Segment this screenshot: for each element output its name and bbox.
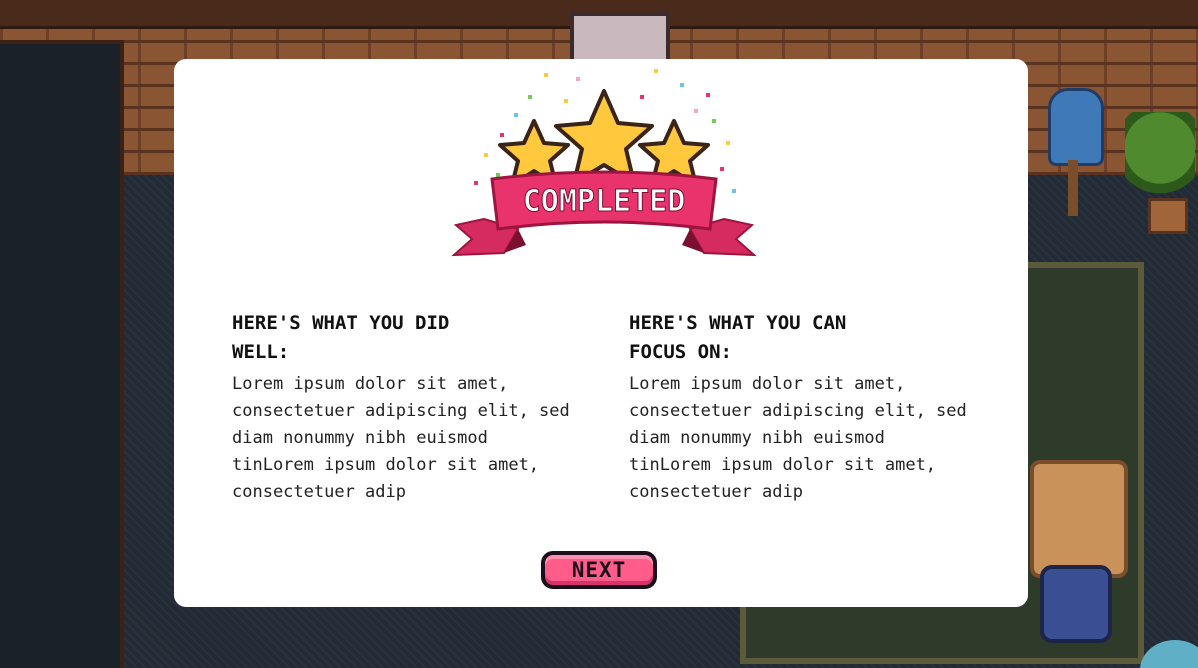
completed-stars-badge-icon: COMPLETED — [451, 69, 757, 257]
plant-pot — [1148, 198, 1188, 234]
completed-label: COMPLETED — [523, 184, 686, 219]
center-star — [554, 89, 654, 185]
next-button[interactable]: NEXT — [541, 551, 657, 589]
focus-on-text: Lorem ipsum dolor sit amet, consectetuer… — [629, 374, 967, 502]
lamp-pole — [1068, 160, 1078, 216]
did-well-heading: HERE'S WHAT YOU DID WELL: — [232, 312, 450, 363]
completion-modal: COMPLETED HERE'S WHAT YOU DID WELL: Lore… — [174, 59, 1028, 607]
armchair — [1030, 460, 1128, 578]
lamp-icon — [1048, 88, 1104, 166]
did-well-text: Lorem ipsum dolor sit amet, consectetuer… — [232, 374, 570, 502]
focus-on-section: HERE'S WHAT YOU CAN FOCUS ON: Lorem ipsu… — [629, 309, 969, 506]
focus-on-heading: HERE'S WHAT YOU CAN FOCUS ON: — [629, 312, 847, 363]
doorway — [0, 40, 124, 668]
blue-stool — [1040, 565, 1112, 643]
plant-icon — [1125, 112, 1195, 202]
did-well-section: HERE'S WHAT YOU DID WELL: Lorem ipsum do… — [232, 309, 572, 506]
